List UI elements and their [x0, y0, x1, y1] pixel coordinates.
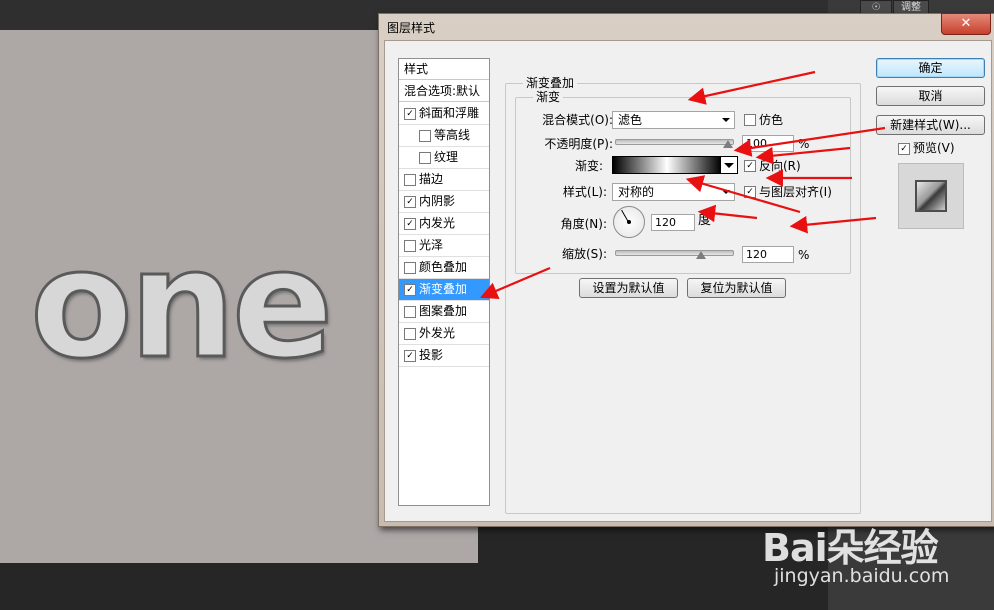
style-item-checkbox[interactable] — [404, 240, 416, 252]
ok-button[interactable]: 确定 — [876, 58, 985, 78]
gradient-swatch[interactable] — [612, 156, 722, 174]
style-item[interactable]: 外发光 — [399, 323, 489, 345]
style-item-checkbox[interactable] — [404, 306, 416, 318]
canvas-text-one: one — [29, 218, 336, 392]
style-item-checkbox[interactable] — [404, 328, 416, 340]
scale-label: 缩放(S): — [561, 247, 607, 261]
preview-checkbox[interactable]: ✓ — [898, 143, 910, 155]
blend-mode-label: 混合模式(O): — [542, 113, 613, 127]
opacity-input[interactable]: 100 — [742, 135, 794, 152]
style-item-checkbox[interactable]: ✓ — [404, 218, 416, 230]
chevron-down-icon — [724, 163, 734, 168]
style-preview-thumbnail — [898, 163, 964, 229]
angle-label: 角度(N): — [560, 217, 607, 231]
set-as-default-button[interactable]: 设置为默认值 — [579, 278, 678, 298]
chevron-down-icon — [722, 190, 730, 194]
style-item-label: 颜色叠加 — [419, 260, 468, 274]
style-item-label: 渐变叠加 — [419, 282, 468, 296]
style-item-label: 描边 — [419, 172, 444, 186]
blend-mode-select[interactable]: 滤色 — [612, 111, 735, 129]
scale-slider-thumb[interactable] — [696, 251, 706, 259]
watermark-url: jingyan.baidu.com — [774, 565, 950, 587]
gradient-subgroup-title: 渐变 — [533, 90, 564, 104]
style-item-label: 光泽 — [419, 238, 444, 252]
chevron-down-icon — [722, 118, 730, 122]
style-item[interactable]: 纹理 — [399, 147, 489, 169]
baidu-jingyan-watermark: Bai朵经验 jingyan.baidu.com — [762, 505, 994, 605]
reverse-checkbox[interactable]: ✓ — [744, 160, 756, 172]
style-item-label: 内发光 — [419, 216, 456, 230]
scale-unit: % — [798, 248, 810, 262]
style-item[interactable]: 图案叠加 — [399, 301, 489, 323]
gradient-style-value: 对称的 — [618, 185, 655, 199]
opacity-unit: % — [798, 137, 810, 151]
style-item-label: 斜面和浮雕 — [419, 106, 480, 120]
dialog-title: 图层样式 — [387, 21, 436, 35]
angle-dial[interactable] — [613, 206, 645, 238]
watermark-logo: Bai朵经验 — [762, 526, 939, 570]
layer-style-dialog: 图层样式 ✕ 样式 混合选项:默认 ✓ 斜面和浮雕 等高线 纹理 描边 ✓ 内阴影 ✓ 内发光光… — [378, 13, 994, 527]
style-item[interactable]: ✓ 投影 — [399, 345, 489, 367]
opacity-slider-thumb[interactable] — [723, 140, 733, 148]
dialog-body: 样式 混合选项:默认 ✓ 斜面和浮雕 等高线 纹理 描边 ✓ 内阴影 ✓ 内发光 光泽 颜色叠加 ✓ 渐… — [384, 40, 992, 522]
new-style-button[interactable]: 新建样式(W)... — [876, 115, 985, 135]
style-item[interactable]: 描边 — [399, 169, 489, 191]
style-item-checkbox[interactable] — [419, 130, 431, 142]
dialog-titlebar[interactable]: 图层样式 ✕ — [379, 13, 994, 40]
align-with-layer-checkbox[interactable]: ✓ — [744, 186, 756, 198]
style-item[interactable]: 光泽 — [399, 235, 489, 257]
angle-dial-center — [627, 220, 631, 224]
opacity-label: 不透明度(P): — [544, 137, 613, 151]
style-item-checkbox[interactable]: ✓ — [404, 108, 416, 120]
gradient-overlay-title: 渐变叠加 — [523, 76, 578, 90]
reverse-label: 反向(R) — [759, 159, 801, 173]
style-preview-swatch — [915, 180, 947, 212]
angle-input[interactable]: 120 — [651, 214, 695, 231]
style-item-checkbox[interactable] — [404, 174, 416, 186]
style-item[interactable]: 颜色叠加 — [399, 257, 489, 279]
style-item-label: 外发光 — [419, 326, 456, 340]
style-item-label: 纹理 — [434, 150, 459, 164]
style-label: 样式(L): — [562, 185, 607, 199]
gradient-picker-button[interactable] — [720, 156, 738, 174]
preview-label: 预览(V) — [913, 141, 955, 155]
gradient-label: 渐变: — [574, 159, 603, 173]
style-item-checkbox[interactable]: ✓ — [404, 350, 416, 362]
scale-slider[interactable] — [615, 250, 734, 256]
align-with-layer-label: 与图层对齐(I) — [759, 185, 832, 199]
style-item-label: 等高线 — [434, 128, 471, 142]
style-item[interactable]: ✓ 内发光 — [399, 213, 489, 235]
styles-list-header[interactable]: 样式 — [399, 59, 489, 80]
style-item-checkbox[interactable] — [404, 262, 416, 274]
reset-to-default-button[interactable]: 复位为默认值 — [687, 278, 786, 298]
opacity-slider[interactable] — [615, 139, 734, 145]
style-item-label: 内阴影 — [419, 194, 456, 208]
cancel-button[interactable]: 取消 — [876, 86, 985, 106]
blending-options-item[interactable]: 混合选项:默认 — [399, 81, 489, 102]
angle-unit: 度 — [698, 213, 712, 228]
style-item[interactable]: 等高线 — [399, 125, 489, 147]
style-item[interactable]: ✓ 渐变叠加 — [399, 279, 489, 301]
dither-label: 仿色 — [759, 113, 784, 127]
style-item-checkbox[interactable] — [419, 152, 431, 164]
close-button[interactable]: ✕ — [941, 13, 991, 35]
style-item-label: 投影 — [419, 348, 444, 362]
scale-input[interactable]: 120 — [742, 246, 794, 263]
gradient-style-select[interactable]: 对称的 — [612, 183, 735, 201]
style-item-checkbox[interactable]: ✓ — [404, 196, 416, 208]
blend-mode-value: 滤色 — [618, 113, 643, 127]
style-item-checkbox[interactable]: ✓ — [404, 284, 416, 296]
style-item[interactable]: ✓ 斜面和浮雕 — [399, 103, 489, 125]
styles-list: 样式 混合选项:默认 ✓ 斜面和浮雕 等高线 纹理 描边 ✓ 内阴影 ✓ 内发光 光泽 颜色叠加 ✓ 渐… — [398, 58, 490, 506]
style-item[interactable]: ✓ 内阴影 — [399, 191, 489, 213]
dither-checkbox[interactable] — [744, 114, 756, 126]
style-item-label: 图案叠加 — [419, 304, 468, 318]
